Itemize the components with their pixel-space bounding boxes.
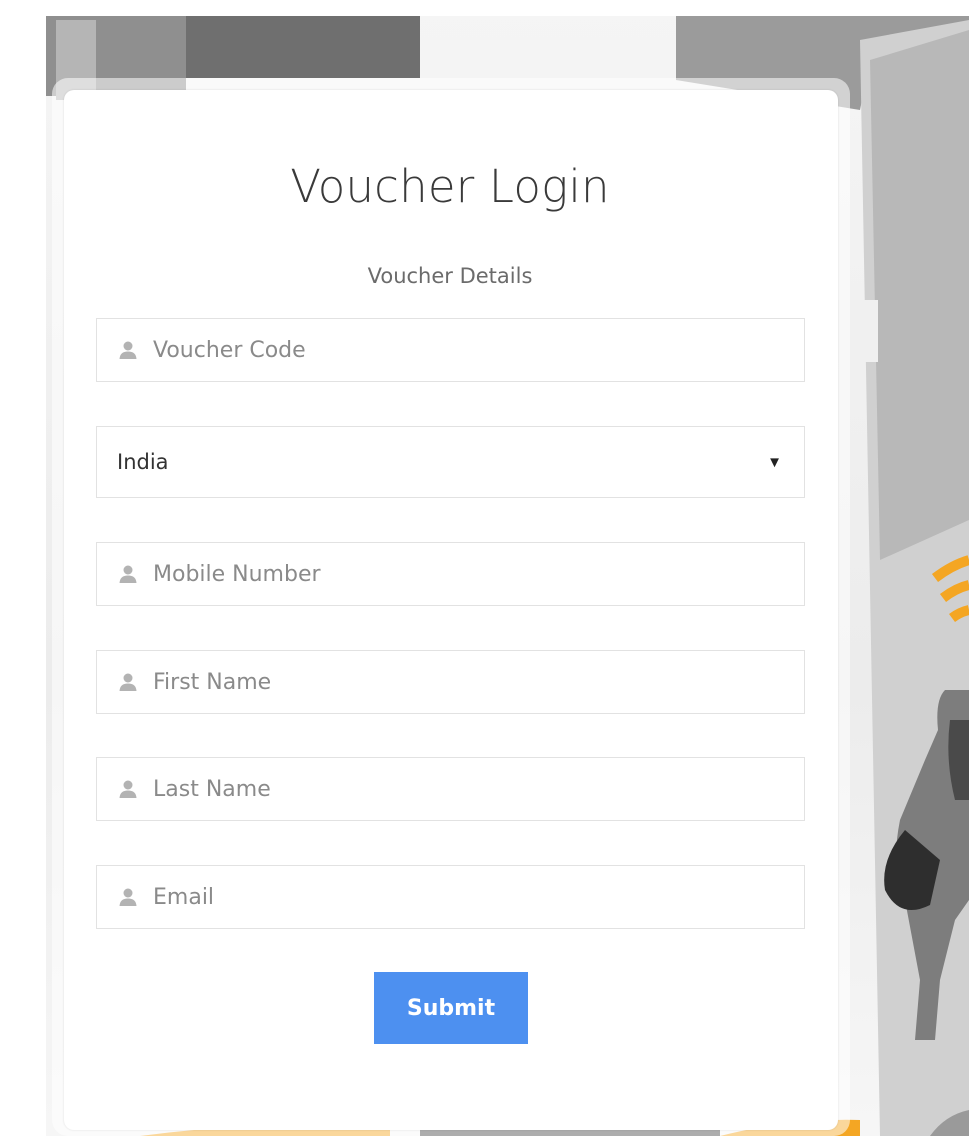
country-selected-value: India xyxy=(117,450,169,474)
dropdown-caret-icon: ▼ xyxy=(767,453,782,471)
email-input[interactable] xyxy=(153,884,793,910)
country-select[interactable]: India ▼ xyxy=(96,426,805,498)
last-name-field[interactable] xyxy=(96,757,805,821)
user-icon xyxy=(119,565,137,583)
user-icon xyxy=(119,341,137,359)
page-title: Voucher Login xyxy=(290,160,610,213)
user-icon xyxy=(119,888,137,906)
first-name-field[interactable] xyxy=(96,650,805,714)
top-margin xyxy=(0,0,969,16)
last-name-input[interactable] xyxy=(153,776,793,802)
email-field[interactable] xyxy=(96,865,805,929)
user-icon xyxy=(119,780,137,798)
mobile-number-field[interactable] xyxy=(96,542,805,606)
mobile-number-input[interactable] xyxy=(153,561,793,587)
user-icon xyxy=(119,673,137,691)
submit-button[interactable]: Submit xyxy=(374,972,528,1044)
voucher-code-field[interactable] xyxy=(96,318,805,382)
section-subtitle: Voucher Details xyxy=(367,264,533,288)
voucher-code-input[interactable] xyxy=(153,337,793,363)
first-name-input[interactable] xyxy=(153,669,793,695)
